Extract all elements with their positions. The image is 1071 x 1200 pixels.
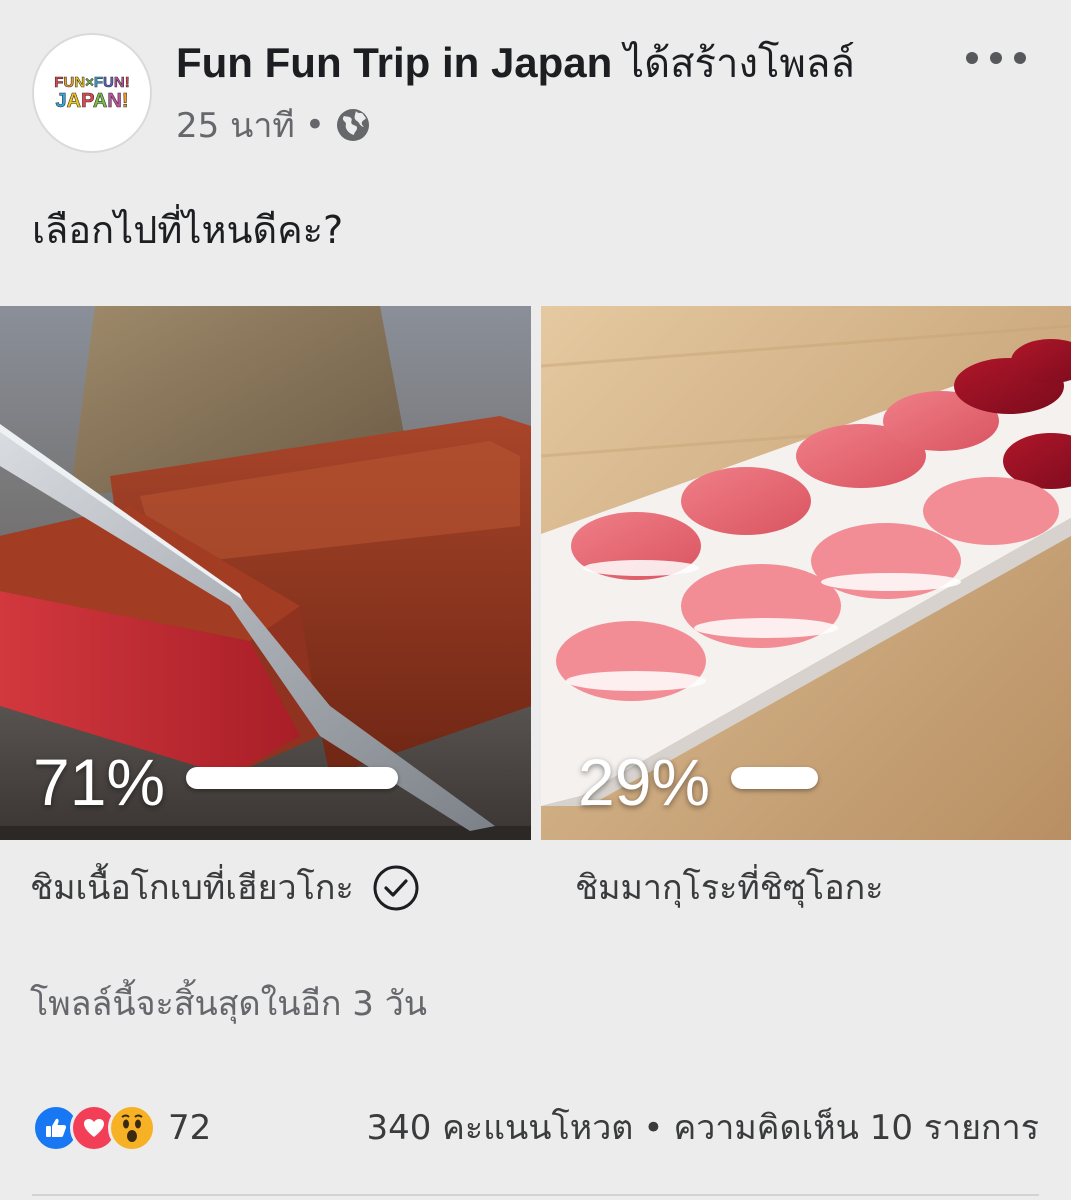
option-label-text: ชิมเนื้อโกเบที่เฮียวโกะ [30,868,354,908]
brand-logo: FUN×FUN! JAPAN! [44,69,140,117]
more-dots-icon [966,52,978,64]
poll-option-label[interactable]: ชิมเนื้อโกเบที่เฮียวโกะ [30,858,420,918]
more-options-button[interactable] [966,46,1026,70]
logo-text-bottom: JAPAN! [55,90,129,112]
check-circle-icon [373,865,419,911]
meta-separator: • [304,105,325,145]
option-percent: 29% [578,745,711,819]
poll-end-notice: โพลล์นี้จะสิ้นสุดในอีก 3 วัน [30,984,428,1024]
globe-icon[interactable] [335,107,371,143]
author-name[interactable]: Fun Fun Trip in Japan [176,39,612,86]
option-percent: 71% [33,745,166,819]
more-dots-icon [990,52,1002,64]
option-result-bar [186,767,398,789]
avatar[interactable]: FUN×FUN! JAPAN! [32,33,152,153]
logo-text-top: FUN×FUN! [54,74,130,91]
wow-icon [108,1104,156,1152]
poll-option-label[interactable]: ชิมมากุโระที่ชิซุโอกะ [575,858,883,918]
post-header: FUN×FUN! JAPAN! Fun Fun Trip in Japan ได… [0,0,1071,160]
stats-separator: • [643,1108,664,1148]
poll-question: เลือกไปที่ไหนดีคะ? [32,208,344,252]
author-line: Fun Fun Trip in Japan ได้สร้างโพลล์ [176,36,855,90]
option-result-bar [731,767,818,789]
more-dots-icon [1014,52,1026,64]
comments-count[interactable]: ความคิดเห็น 10 รายการ [673,1108,1039,1148]
option-label-text: ชิมมากุโระที่ชิซุโอกะ [575,868,884,908]
post-time[interactable]: 25 นาที [176,98,295,152]
reactions-summary[interactable]: 72 [32,1103,211,1153]
author-action: ได้สร้างโพลล์ [624,41,855,87]
engagement-stats: 340 คะแนนโหวต • ความคิดเห็น 10 รายการ [366,1103,1039,1153]
reaction-count: 72 [168,1108,212,1148]
post-meta: 25 นาที • [176,100,371,150]
footer-divider [32,1194,1039,1196]
votes-count[interactable]: 340 คะแนนโหวต [366,1108,633,1148]
